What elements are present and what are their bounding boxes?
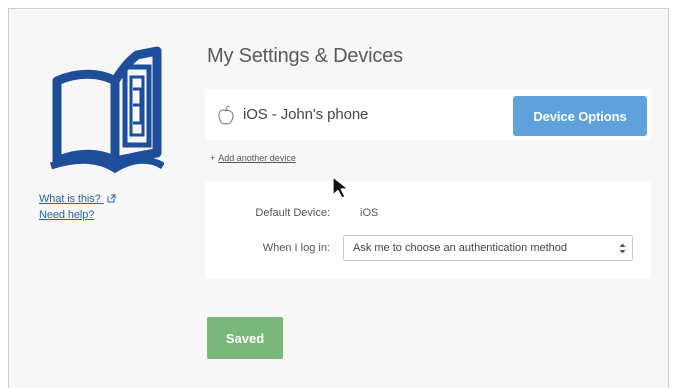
default-device-value: iOS bbox=[360, 207, 379, 219]
help-links: What is this? Need help? bbox=[39, 191, 116, 223]
auth-method-selected: Ask me to choose an authentication metho… bbox=[353, 242, 568, 254]
login-label: When I log in: bbox=[262, 242, 330, 254]
device-card: iOS - John's phone Device Options bbox=[205, 90, 651, 140]
settings-window: What is this? Need help? My Settings & D… bbox=[8, 8, 669, 388]
what-is-this-label: What is this? bbox=[39, 193, 101, 205]
preferences-card: Default Device: iOS When I log in: Ask m… bbox=[205, 181, 651, 279]
what-is-this-link[interactable]: What is this? bbox=[39, 191, 116, 207]
device-options-button[interactable]: Device Options bbox=[513, 96, 647, 136]
add-another-device-link[interactable]: + Add another device bbox=[210, 153, 296, 163]
book-logo-icon bbox=[49, 46, 164, 174]
plus-icon: + bbox=[210, 153, 216, 163]
saved-button[interactable]: Saved bbox=[207, 317, 283, 359]
page-title: My Settings & Devices bbox=[207, 45, 403, 67]
sidebar: What is this? Need help? bbox=[9, 9, 174, 388]
select-arrows-icon bbox=[619, 243, 626, 254]
mouse-pointer-icon bbox=[332, 176, 349, 199]
device-name: iOS - John's phone bbox=[243, 106, 369, 123]
external-link-icon bbox=[107, 194, 116, 203]
auth-method-select[interactable]: Ask me to choose an authentication metho… bbox=[343, 235, 633, 261]
apple-icon bbox=[218, 105, 234, 125]
default-device-label: Default Device: bbox=[255, 207, 330, 219]
add-device-label: Add another device bbox=[218, 153, 296, 163]
main-panel: My Settings & Devices iOS - John's phone… bbox=[205, 9, 655, 388]
need-help-link[interactable]: Need help? bbox=[39, 207, 116, 223]
